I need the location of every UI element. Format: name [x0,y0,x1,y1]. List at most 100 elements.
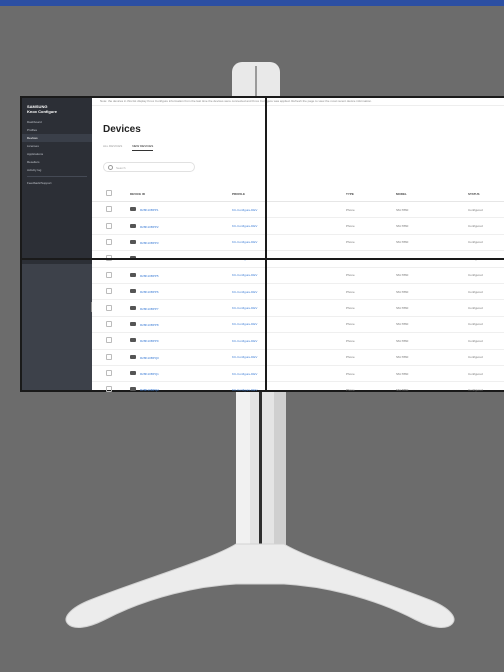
model-cell: SM-T860 [395,299,467,317]
table-row[interactable]: R28K10BPP1 KC-Configure-DEV Phone SM-T860 Co… [92,201,504,219]
row-select-cell [92,365,129,383]
column-model[interactable]: MODEL [395,186,467,202]
device-id-cell: R28K10BPP7 [129,299,231,317]
stand-base [65,543,455,628]
column-type[interactable]: TYPE [345,186,395,202]
table-row[interactable]: R28K10BPP9 KC-Configure-DEV Phone SM-T860 Co… [92,332,504,350]
table-body: R28K10BPP1 KC-Configure-DEV Phone SM-T860 Co… [92,201,504,392]
type-cell: Phone [345,267,395,284]
table-row[interactable]: R28K10BPQ0 KC-Configure-DEV Phone SM-T860 Co… [92,349,504,366]
device-id-link[interactable]: R28K10BPQ0 [140,356,159,360]
sidebar-item-resellers[interactable]: Resellers [22,158,92,166]
profile-cell[interactable]: KC-Configure-DEV [231,299,345,317]
status-cell: Configured [467,217,504,235]
row-select-cell [92,299,129,317]
search-input[interactable]: Search [103,162,195,172]
model-cell: SM-T860 [395,349,467,366]
select-all-checkbox[interactable] [106,190,112,196]
row-checkbox[interactable] [106,206,112,213]
profile-cell[interactable]: KC-Configure-DEV [231,234,345,252]
sidebar-item-activity-log[interactable]: Activity log [22,166,92,174]
device-icon [130,223,136,228]
table-row[interactable]: R28K10BPP6 KC-Configure-DEV Phone SM-T860 Co… [92,283,504,301]
type-cell: Phone [345,234,395,252]
sidebar-item-licenses[interactable]: Licenses [22,142,92,150]
device-icon [130,289,136,294]
sidebar-item-devices[interactable]: Devices [22,134,92,142]
table-row[interactable]: R28K10BPP2 KC-Configure-DEV Phone SM-T860 Co… [92,217,504,235]
profile-cell[interactable]: KC-Configure-DEV [231,283,345,301]
device-id-cell: R28K10BPP8 [129,316,231,334]
device-id-link[interactable]: R28K10BPP6 [140,290,159,294]
profile-cell[interactable]: KC-Configure-DEV [231,201,345,219]
row-checkbox[interactable] [106,386,112,392]
profile-cell[interactable]: KC-Configure-DEV [231,316,345,334]
app-window: SAMSUNG Knox Configure Dashboard Profile… [22,98,504,392]
table-row[interactable]: R28K10BPQ1 KC-Configure-DEV Phone SM-T860 Co… [92,365,504,383]
type-cell: Phone [345,316,395,334]
search-icon [108,165,113,170]
device-id-link[interactable]: R28K10BPP9 [140,339,159,343]
profile-cell[interactable]: KC-Configure-DEV [231,349,345,366]
model-cell: SM-T860 [395,267,467,284]
row-select-cell [92,381,129,392]
tab-all-devices[interactable]: ALL DEVICES [103,144,122,151]
device-id-link[interactable]: R28K10BPP8 [140,323,159,327]
select-all-cell [92,186,129,202]
status-cell: Configured [467,332,504,350]
status-cell: Configured [467,267,504,284]
row-select-cell [92,283,129,301]
row-checkbox[interactable] [106,271,112,278]
profile-cell[interactable]: KC-Configure-DEV [231,381,345,392]
profile-cell[interactable]: KC-Configure-DEV [231,332,345,350]
stand-base-shape [65,543,455,628]
device-id-cell: R28K10BPP5 [129,267,231,284]
device-id-link[interactable]: R28K10BPP1 [140,208,159,212]
tab-new-devices[interactable]: NEW DEVICES [132,144,154,151]
table-row[interactable]: R28K10BPQ2 KC-Configure-DEV Phone SM-T860 Co… [92,381,504,392]
profile-cell[interactable]: KC-Configure-DEV [231,267,345,284]
sidebar-item-applications[interactable]: Applications [22,150,92,158]
device-icon [130,371,136,376]
device-icon [130,272,136,277]
device-icon [130,239,136,244]
device-id-link[interactable]: R28K10BPP7 [140,307,159,311]
column-profile[interactable]: PROFILE [231,186,345,202]
row-checkbox[interactable] [106,288,112,295]
row-checkbox[interactable] [106,320,112,327]
device-icon [130,354,136,359]
sidebar-item-dashboard[interactable]: Dashboard [22,118,92,126]
device-id-link[interactable]: R28K10BPQ2 [140,388,159,392]
row-checkbox[interactable] [106,370,112,377]
row-select-cell [92,217,129,235]
row-checkbox[interactable] [106,238,112,245]
status-cell: Configured [467,349,504,366]
device-id-cell: R28K10BPP1 [129,201,231,219]
column-status[interactable]: STATUS [467,186,504,202]
profile-cell[interactable]: KC-Configure-DEV [231,217,345,235]
table-row[interactable]: R28K10BPP7 KC-Configure-DEV Phone SM-T860 Co… [92,299,504,317]
table-row[interactable]: R28K10BPP3 KC-Configure-DEV Phone SM-T860 Co… [92,234,504,252]
table-row[interactable]: R28K10BPP5 KC-Configure-DEV Phone SM-T860 Co… [92,267,504,284]
row-checkbox[interactable] [106,222,112,229]
model-cell: SM-T860 [395,381,467,392]
row-checkbox[interactable] [106,337,112,344]
device-id-cell: R28K10BPP2 [129,217,231,235]
row-checkbox[interactable] [106,304,112,311]
row-select-cell [92,267,129,284]
device-id-cell: R28K10BPQ2 [129,381,231,392]
table-row[interactable]: R28K10BPP8 KC-Configure-DEV Phone SM-T860 Co… [92,316,504,334]
sidebar-item-feedback[interactable]: Feedback/Support [22,179,92,187]
bezel-vertical [265,96,267,392]
device-id-link[interactable]: R28K10BPP2 [140,225,159,229]
row-checkbox[interactable] [106,353,112,360]
device-id-link[interactable]: R28K10BPP3 [140,241,159,245]
model-cell: SM-T860 [395,283,467,301]
column-device-id[interactable]: DEVICE ID [129,186,231,202]
device-icon [130,338,136,343]
search-placeholder: Search [116,166,126,170]
device-id-link[interactable]: R28K10BPQ1 [140,372,159,376]
sidebar-item-profiles[interactable]: Profiles [22,126,92,134]
device-id-link[interactable]: R28K10BPP5 [140,274,159,278]
profile-cell[interactable]: KC-Configure-DEV [231,365,345,383]
